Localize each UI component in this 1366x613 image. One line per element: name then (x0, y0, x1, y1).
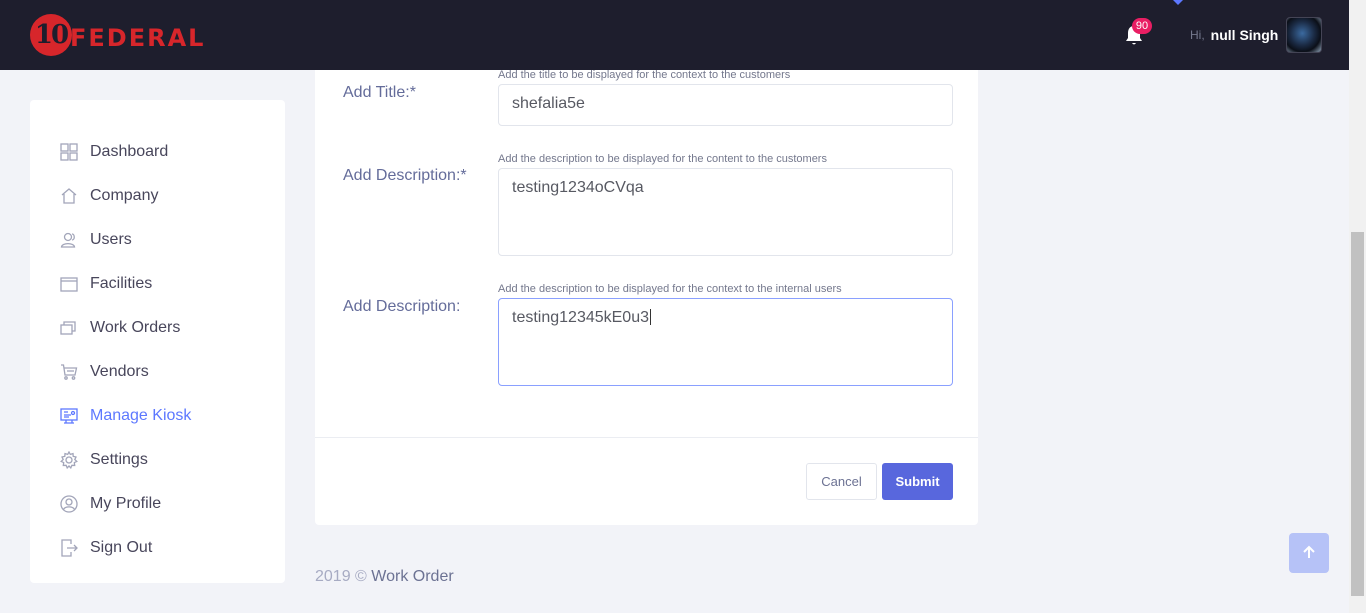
sidebar-item-label: Company (90, 187, 159, 204)
footer: 2019 © Work Order (315, 568, 454, 586)
title-input-value: shefalia5e (512, 95, 585, 112)
sidebar-item-company[interactable]: Company (30, 174, 285, 218)
logo-text: FEDERAL (70, 24, 206, 52)
sidebar-item-label: My Profile (90, 495, 162, 512)
sidebar-item-my-profile[interactable]: My Profile (30, 482, 285, 526)
title-hint: Add the title to be displayed for the co… (498, 69, 791, 81)
sidebar-item-dashboard[interactable]: Dashboard (30, 130, 285, 174)
scrollbar-thumb[interactable] (1351, 232, 1364, 596)
sidebar-item-users[interactable]: Users (30, 218, 285, 262)
submit-button[interactable]: Submit (882, 463, 953, 500)
page-scrollbar[interactable] (1349, 0, 1366, 613)
arrow-up-icon (1302, 544, 1316, 563)
user-name: null Singh (1210, 27, 1279, 43)
brand-logo[interactable]: 10 FEDERAL (30, 14, 205, 56)
sidebar-item-label: Sign Out (90, 539, 153, 556)
cancel-button[interactable]: Cancel (806, 463, 877, 500)
internal-description-hint: Add the description to be displayed for … (498, 283, 842, 295)
users-icon (60, 231, 78, 249)
notifications-button[interactable]: 90 (1124, 18, 1152, 46)
avatar[interactable] (1286, 17, 1323, 53)
profile-icon (60, 495, 78, 513)
kiosk-form-card: Add Title:* Add the title to be displaye… (315, 69, 978, 525)
internal-description-label: Add Description: (343, 298, 461, 315)
form-divider (315, 437, 978, 438)
sidebar-item-label: Users (90, 231, 132, 248)
home-icon (60, 187, 78, 205)
dashboard-icon (60, 143, 78, 161)
sidebar-item-label: Vendors (90, 363, 149, 380)
title-input[interactable]: shefalia5e (498, 84, 953, 126)
customer-description-hint: Add the description to be displayed for … (498, 153, 827, 165)
customer-description-label: Add Description:* (343, 167, 467, 184)
sidebar-item-label: Work Orders (90, 319, 181, 336)
cart-icon (60, 363, 78, 381)
work-orders-icon (60, 319, 78, 337)
sidebar-item-label: Dashboard (90, 143, 169, 160)
sidebar-item-settings[interactable]: Settings (30, 438, 285, 482)
sidebar-item-vendors[interactable]: Vendors (30, 350, 285, 394)
title-label: Add Title:* (343, 84, 416, 101)
kiosk-icon (60, 407, 78, 425)
customer-description-textarea[interactable]: testing1234oCVqa (498, 168, 953, 256)
dropdown-caret-icon (1173, 0, 1183, 5)
greeting-text: Hi, (1190, 28, 1205, 42)
sidebar-item-manage-kiosk[interactable]: Manage Kiosk (30, 394, 285, 438)
sidebar-item-label: Facilities (90, 275, 153, 292)
internal-description-textarea[interactable]: testing12345kE0u3 (498, 298, 953, 386)
sidebar-item-sign-out[interactable]: Sign Out (30, 526, 285, 570)
sidebar: Dashboard Company Users Facilities Work … (30, 100, 285, 583)
footer-brand-link[interactable]: Work Order (371, 568, 453, 585)
text-cursor (650, 309, 651, 325)
logo-badge: 10 (30, 14, 72, 56)
user-menu[interactable]: Hi, null Singh (1190, 17, 1323, 53)
sidebar-item-label: Manage Kiosk (90, 407, 192, 424)
internal-description-value: testing12345kE0u3 (512, 309, 649, 326)
gear-icon (60, 451, 78, 469)
sidebar-item-facilities[interactable]: Facilities (30, 262, 285, 306)
sign-out-icon (60, 539, 78, 557)
facilities-icon (60, 275, 78, 293)
logo-number: 10 (34, 20, 69, 50)
footer-year: 2019 © (315, 568, 367, 585)
sidebar-item-work-orders[interactable]: Work Orders (30, 306, 285, 350)
customer-description-value: testing1234oCVqa (512, 179, 644, 196)
scroll-top-button[interactable] (1289, 533, 1329, 573)
sidebar-item-label: Settings (90, 451, 148, 468)
top-header: 10 FEDERAL 90 Hi, null Singh (0, 0, 1349, 70)
notification-count-badge: 90 (1132, 18, 1152, 34)
